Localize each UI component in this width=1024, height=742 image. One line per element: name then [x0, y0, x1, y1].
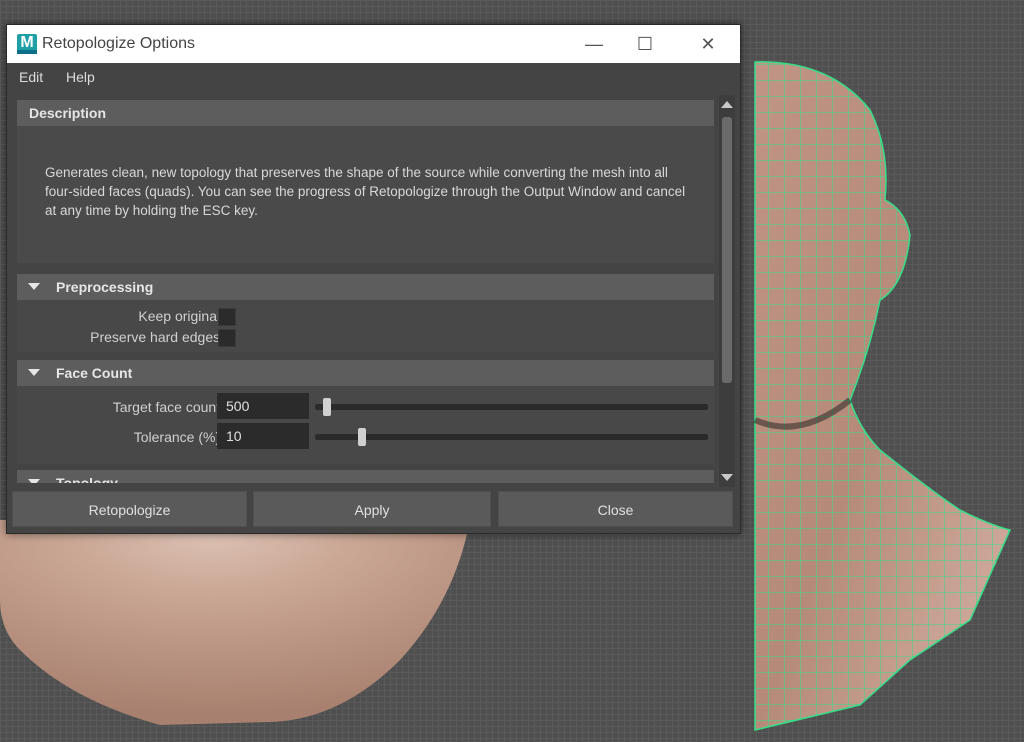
- face-count-section-header[interactable]: Face Count: [17, 360, 714, 386]
- apply-button[interactable]: Apply: [253, 491, 491, 527]
- preserve-hard-edges-label: Preserve hard edges:: [90, 329, 224, 345]
- close-icon[interactable]: ✕: [685, 25, 731, 63]
- tolerance-slider[interactable]: [315, 428, 708, 446]
- topology-header-label: Topology: [56, 475, 118, 483]
- maximize-icon[interactable]: ☐: [622, 25, 668, 63]
- preprocessing-section-header[interactable]: Preprocessing: [17, 274, 714, 300]
- scroll-up-icon[interactable]: [721, 101, 733, 108]
- target-face-count-slider-handle[interactable]: [323, 398, 331, 416]
- retopologize-button[interactable]: Retopologize: [12, 491, 247, 527]
- maya-app-icon: M: [17, 34, 37, 54]
- scroll-thumb[interactable]: [722, 117, 732, 383]
- target-face-count-field[interactable]: 500: [217, 393, 309, 419]
- smooth-head-mesh: [0, 520, 470, 725]
- tolerance-field[interactable]: 10: [217, 423, 309, 449]
- minimize-icon[interactable]: —: [571, 25, 617, 63]
- keep-original-checkbox[interactable]: [218, 308, 236, 326]
- collapse-triangle-icon[interactable]: [28, 479, 40, 483]
- preserve-hard-edges-checkbox[interactable]: [218, 329, 236, 347]
- collapse-triangle-icon[interactable]: [28, 283, 40, 290]
- keep-original-label: Keep original:: [138, 308, 224, 324]
- menu-bar: Edit Help: [7, 63, 740, 93]
- window-title: Retopologize Options: [42, 35, 195, 52]
- topology-section-header[interactable]: Topology: [17, 470, 714, 483]
- retopologize-options-dialog: M Retopologize Options — ☐ ✕ Edit Help D…: [6, 24, 741, 534]
- vertical-scrollbar[interactable]: [719, 95, 735, 487]
- menu-help[interactable]: Help: [66, 69, 95, 85]
- menu-edit[interactable]: Edit: [19, 69, 43, 85]
- preprocessing-body: Keep original: Preserve hard edges:: [17, 300, 714, 352]
- preprocessing-header-label: Preprocessing: [56, 279, 154, 295]
- tolerance-label: Tolerance (%):: [133, 429, 224, 445]
- close-button[interactable]: Close: [498, 491, 733, 527]
- options-scroll-area[interactable]: Description Generates clean, new topolog…: [17, 100, 714, 483]
- face-count-header-label: Face Count: [56, 365, 133, 381]
- scroll-down-icon[interactable]: [721, 474, 733, 481]
- tolerance-slider-handle[interactable]: [358, 428, 366, 446]
- description-body: Generates clean, new topology that prese…: [17, 126, 714, 263]
- collapse-triangle-icon[interactable]: [28, 369, 40, 376]
- description-text: Generates clean, new topology that prese…: [45, 165, 686, 218]
- description-section-header: Description: [17, 100, 714, 126]
- title-bar[interactable]: M Retopologize Options — ☐ ✕: [7, 25, 740, 63]
- description-header-label: Description: [29, 105, 107, 121]
- target-face-count-slider[interactable]: [315, 398, 708, 416]
- target-face-count-label: Target face count:: [112, 399, 224, 415]
- face-count-body: Target face count: 500 Tolerance (%): 10: [17, 386, 714, 464]
